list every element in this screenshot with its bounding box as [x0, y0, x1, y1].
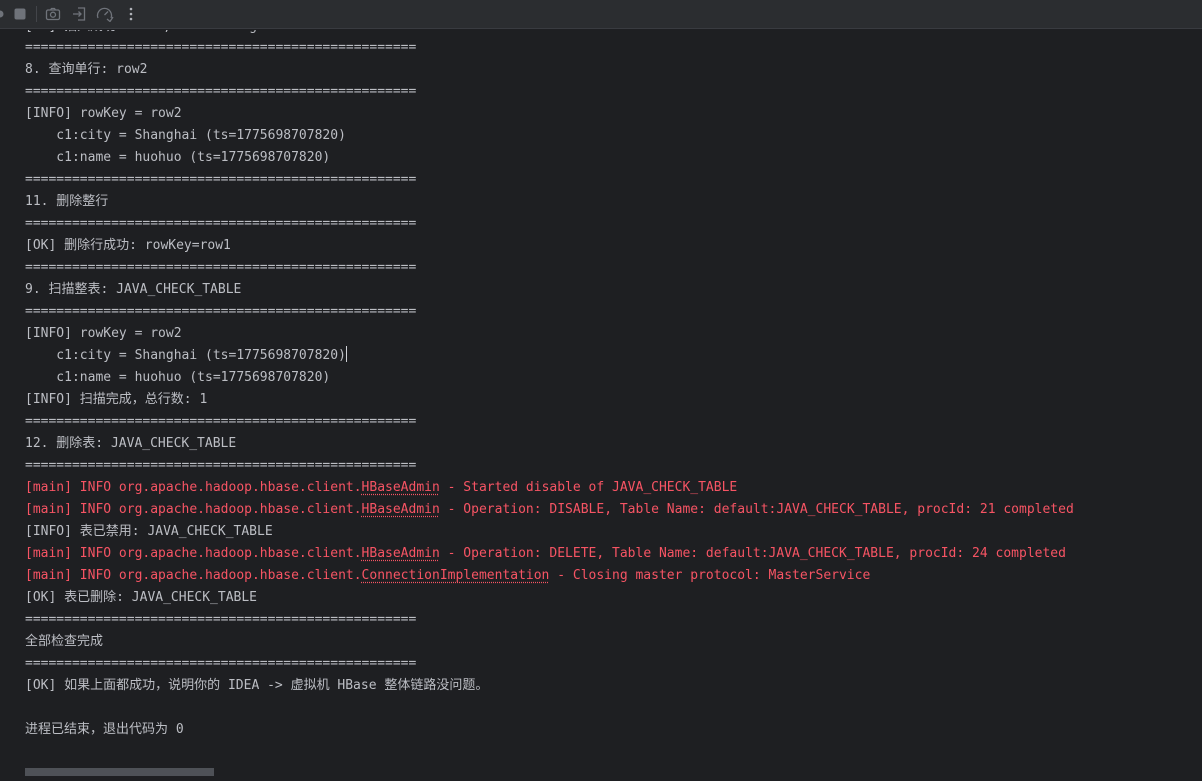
log-line: [main] INFO org.apache.hadoop.hbase.clie…: [25, 543, 1066, 565]
console-line: 9. 扫描整表: JAVA_CHECK_TABLE: [25, 279, 241, 301]
console-toolbar: [0, 0, 1202, 29]
line-text: c1:city = Shanghai (ts=1775698707820): [25, 128, 346, 143]
line-text: ========================================…: [25, 656, 417, 671]
console-line: [OK] 删除行成功: rowKey=row1: [25, 235, 231, 257]
console-output[interactable]: [OK] 插入成功: row2, row2 Brange ===========…: [0, 30, 1202, 766]
class-link[interactable]: HBaseAdmin: [362, 546, 440, 561]
console-line: c1:city = Shanghai (ts=1775698707820): [25, 345, 347, 367]
line-text: ========================================…: [25, 260, 417, 275]
console-line: c1:name = huohuo (ts=1775698707820): [25, 147, 330, 169]
line-text: 进程已结束，退出代码为 0: [25, 722, 184, 737]
line-text: c1:name = huohuo (ts=1775698707820): [25, 150, 331, 165]
console-line: 进程已结束，退出代码为 0: [25, 719, 184, 741]
line-text: ========================================…: [25, 304, 417, 319]
more-icon[interactable]: [120, 4, 142, 24]
log-message: - Operation: DISABLE, Table Name: defaul…: [439, 502, 1074, 517]
line-text: 全部检查完成: [25, 634, 104, 649]
line-text: [INFO] 扫描完成，总行数: 1: [25, 392, 208, 407]
console-line: [OK] 表已删除: JAVA_CHECK_TABLE: [25, 587, 257, 609]
line-text: ========================================…: [25, 40, 417, 55]
console-line: 8. 查询单行: row2: [25, 59, 147, 81]
console-line: ========================================…: [25, 301, 416, 323]
console-line: ========================================…: [25, 411, 416, 433]
console-line: ========================================…: [25, 37, 416, 59]
log-line: [main] INFO org.apache.hadoop.hbase.clie…: [25, 565, 870, 587]
console-line: ========================================…: [25, 213, 416, 235]
line-text: [INFO] rowKey = row2: [25, 326, 182, 341]
console-line: ========================================…: [25, 609, 416, 631]
class-link[interactable]: HBaseAdmin: [362, 480, 440, 495]
console-line: c1:name = huohuo (ts=1775698707820): [25, 367, 330, 389]
log-message: - Started disable of JAVA_CHECK_TABLE: [439, 480, 738, 495]
console-line: [INFO] rowKey = row2: [25, 323, 182, 345]
toolbar-divider: [36, 6, 37, 22]
stop-icon[interactable]: [9, 4, 31, 24]
line-text: 8. 查询单行: row2: [25, 62, 148, 77]
log-line: [main] INFO org.apache.hadoop.hbase.clie…: [25, 477, 737, 499]
line-text: [OK] 删除行成功: rowKey=row1: [25, 238, 231, 253]
profiler-icon[interactable]: [94, 4, 116, 24]
console-line: ========================================…: [25, 257, 416, 279]
console-line: ========================================…: [25, 81, 416, 103]
line-text: ========================================…: [25, 216, 417, 231]
console-line: ========================================…: [25, 169, 416, 191]
line-text: [OK] 表已删除: JAVA_CHECK_TABLE: [25, 590, 258, 605]
line-text: ========================================…: [25, 612, 417, 627]
line-text: [INFO] rowKey = row2: [25, 106, 182, 121]
console-line: [INFO] 表已禁用: JAVA_CHECK_TABLE: [25, 521, 273, 543]
class-link[interactable]: HBaseAdmin: [362, 502, 440, 517]
log-prefix: [main] INFO org.apache.hadoop.hbase.clie…: [25, 568, 362, 583]
line-text: ========================================…: [25, 84, 417, 99]
line-text: 11. 删除整行: [25, 194, 109, 209]
console-line: [INFO] rowKey = row2: [25, 103, 182, 125]
camera-icon[interactable]: [42, 4, 64, 24]
line-text: c1:city = Shanghai (ts=1775698707820): [25, 348, 346, 363]
log-message: - Closing master protocol: MasterService: [549, 568, 871, 583]
log-prefix: [main] INFO org.apache.hadoop.hbase.clie…: [25, 502, 362, 517]
line-text: [INFO] 表已禁用: JAVA_CHECK_TABLE: [25, 524, 273, 539]
line-text: 12. 删除表: JAVA_CHECK_TABLE: [25, 436, 237, 451]
line-text: ========================================…: [25, 458, 417, 473]
text-caret: [345, 346, 347, 362]
line-text: ========================================…: [25, 172, 417, 187]
console-line: 11. 删除整行: [25, 191, 108, 213]
log-prefix: [main] INFO org.apache.hadoop.hbase.clie…: [25, 480, 362, 495]
console-line: c1:city = Shanghai (ts=1775698707820): [25, 125, 346, 147]
console-line: 12. 删除表: JAVA_CHECK_TABLE: [25, 433, 236, 455]
console-line: 全部检查完成: [25, 631, 103, 653]
horizontal-scrollbar-thumb[interactable]: [25, 768, 214, 776]
console-line: [OK] 如果上面都成功，说明你的 IDEA -> 虚拟机 HBase 整体链路…: [25, 675, 488, 697]
console-line: ========================================…: [25, 653, 416, 675]
log-message: - Operation: DELETE, Table Name: default…: [439, 546, 1066, 561]
class-link[interactable]: ConnectionImplementation: [362, 568, 550, 583]
console-line: [INFO] 扫描完成，总行数: 1: [25, 389, 207, 411]
console-line: ========================================…: [25, 455, 416, 477]
log-prefix: [main] INFO org.apache.hadoop.hbase.clie…: [25, 546, 362, 561]
line-text: c1:name = huohuo (ts=1775698707820): [25, 370, 331, 385]
line-text: [OK] 如果上面都成功，说明你的 IDEA -> 虚拟机 HBase 整体链路…: [25, 678, 489, 693]
log-line: [main] INFO org.apache.hadoop.hbase.clie…: [25, 499, 1074, 521]
login-icon[interactable]: [68, 4, 90, 24]
line-text: ========================================…: [25, 414, 417, 429]
line-text: 9. 扫描整表: JAVA_CHECK_TABLE: [25, 282, 242, 297]
